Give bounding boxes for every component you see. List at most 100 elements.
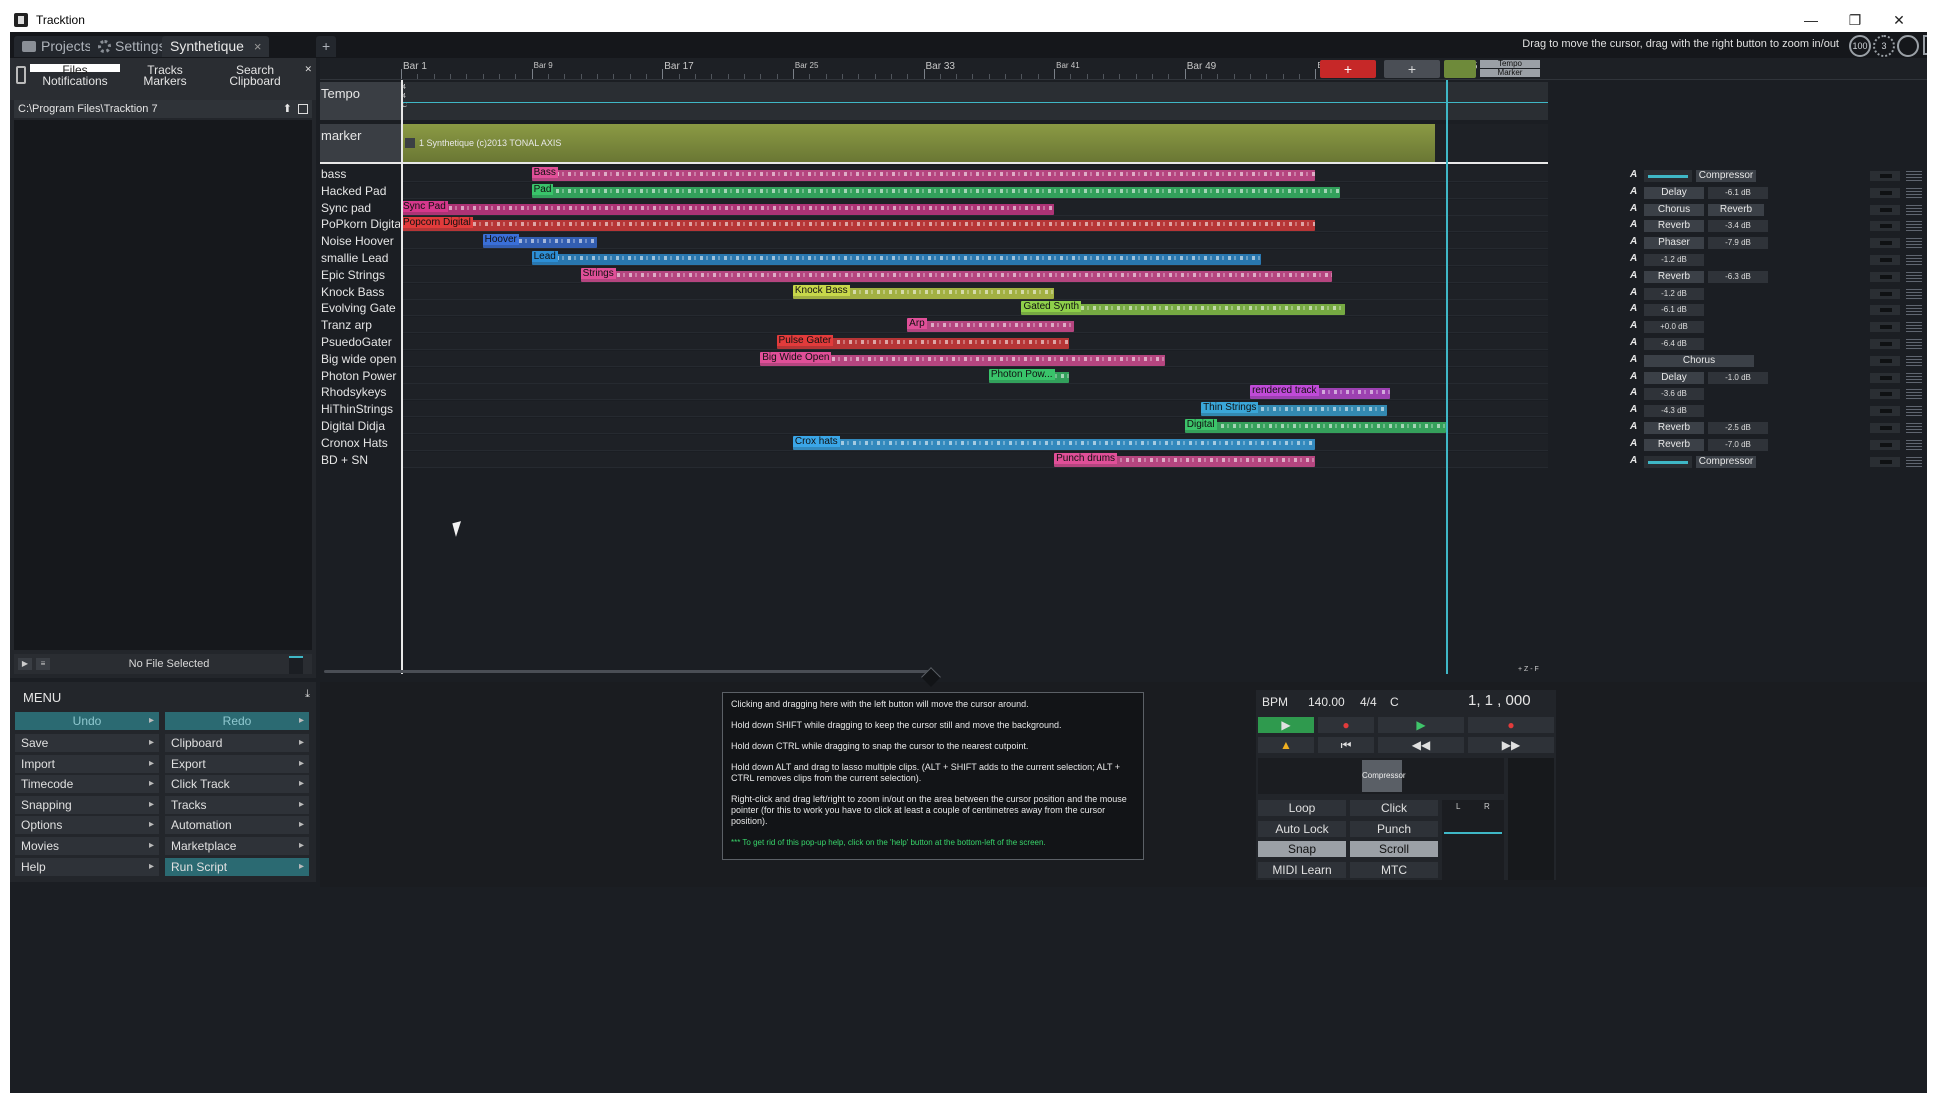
automation-icon[interactable]: A: [1630, 387, 1637, 398]
output-slot[interactable]: [1870, 355, 1900, 366]
output-slot[interactable]: [1870, 423, 1900, 433]
menu-item-movies[interactable]: Movies: [15, 837, 159, 855]
track-name[interactable]: Noise Hoover: [320, 234, 400, 248]
tempo-line[interactable]: [401, 102, 1548, 103]
track-row[interactable]: bass Bass: [320, 166, 1548, 182]
output-slot[interactable]: [1870, 187, 1900, 198]
track-row[interactable]: smallie Lead Lead: [320, 250, 1548, 266]
plugin-slot[interactable]: Reverb: [1644, 438, 1704, 451]
track-row[interactable]: PsuedoGater Pulse Gater: [320, 334, 1548, 350]
volume-plugin[interactable]: +0.0 dB: [1644, 321, 1704, 334]
close-button[interactable]: ✕: [1877, 8, 1921, 32]
track-name[interactable]: Sync pad: [320, 201, 400, 215]
close-panel-icon[interactable]: ✕: [304, 64, 312, 75]
volume-plugin[interactable]: -1.0 dB: [1708, 371, 1768, 384]
midi-clip[interactable]: Popcorn Digital: [401, 217, 1316, 232]
track-name[interactable]: Knock Bass: [320, 285, 400, 299]
track-row[interactable]: Big wide open Big Wide Open: [320, 350, 1548, 367]
transport-scroll-button[interactable]: Scroll: [1350, 841, 1438, 857]
minimize-button[interactable]: —: [1789, 8, 1833, 32]
output-slot[interactable]: [1870, 204, 1900, 215]
menu-item-automation[interactable]: Automation: [165, 816, 309, 835]
output-slot[interactable]: [1870, 238, 1900, 249]
position-display[interactable]: 1, 1 , 000: [1468, 692, 1531, 709]
browser-tab-files[interactable]: Files Notifications: [30, 64, 120, 87]
volume-plugin[interactable]: -1.2 dB: [1644, 254, 1704, 266]
track-row[interactable]: BD + SN Punch drums: [320, 451, 1548, 468]
menu-item-run-script[interactable]: Run Script: [165, 857, 309, 876]
volume-line[interactable]: [1444, 832, 1502, 834]
file-list[interactable]: [14, 120, 312, 650]
track-name[interactable]: BD + SN: [320, 453, 400, 467]
up-folder-icon[interactable]: ⬆: [283, 100, 292, 118]
menu-item-help[interactable]: Help: [15, 857, 159, 876]
browser-tab-tracks[interactable]: Tracks Markers: [120, 64, 210, 87]
track-lane[interactable]: [401, 367, 1548, 384]
plugin-slot[interactable]: Reverb: [1708, 203, 1764, 216]
tempo-track[interactable]: Tempo 4 4 C: [320, 82, 1548, 120]
menu-item-tracks[interactable]: Tracks: [165, 795, 309, 814]
menu-item-clipboard[interactable]: Clipboard: [165, 734, 309, 752]
zoom-controls[interactable]: + Z - F: [1518, 666, 1539, 673]
automation-icon[interactable]: A: [1630, 303, 1637, 314]
rewind-button[interactable]: ◀◀: [1378, 737, 1464, 753]
automation-icon[interactable]: A: [1630, 421, 1637, 432]
track-name[interactable]: Hacked Pad: [320, 184, 400, 198]
plugin-slot[interactable]: Compressor: [1696, 455, 1756, 468]
midi-clip[interactable]: Thin Strings: [1201, 402, 1388, 417]
automation-button[interactable]: [1444, 60, 1476, 78]
track-name[interactable]: PsuedoGater: [320, 335, 400, 349]
midi-clip[interactable]: Arp: [907, 318, 1074, 333]
master-plugin[interactable]: Compressor: [1362, 760, 1406, 792]
track-name[interactable]: Epic Strings: [320, 268, 400, 282]
track-row[interactable]: Cronox Hats Crox hats: [320, 434, 1548, 451]
automation-icon[interactable]: A: [1630, 287, 1637, 298]
menu-item-snapping[interactable]: Snapping: [15, 795, 159, 814]
fullscreen-icon[interactable]: [1923, 35, 1927, 55]
menu-item-export[interactable]: Export: [165, 754, 309, 773]
transport-click-button[interactable]: Click: [1350, 800, 1438, 816]
preview-volume-slider[interactable]: [289, 656, 303, 674]
output-slot[interactable]: [1870, 389, 1900, 400]
midi-clip[interactable]: Gated Synth: [1021, 301, 1345, 316]
midi-clip[interactable]: Crox hats: [792, 435, 1316, 450]
automation-icon[interactable]: A: [1630, 186, 1637, 197]
track-name[interactable]: Big wide open: [320, 352, 400, 366]
track-lane[interactable]: [401, 451, 1548, 468]
zoom-level-icon[interactable]: 100: [1849, 35, 1871, 57]
volume-plugin[interactable]: -7.0 dB: [1708, 438, 1768, 451]
menu-item-save[interactable]: Save: [15, 734, 159, 752]
track-name[interactable]: Evolving Gate: [320, 301, 400, 315]
transport-midi-learn-button[interactable]: MIDI Learn: [1258, 861, 1346, 878]
track-name[interactable]: Cronox Hats: [320, 436, 400, 450]
transport-auto-lock-button[interactable]: Auto Lock: [1258, 820, 1346, 837]
volume-plugin[interactable]: -7.9 dB: [1708, 237, 1768, 250]
panel-toggle-icon[interactable]: [16, 66, 26, 84]
transport-punch-button[interactable]: Punch: [1350, 820, 1438, 837]
midi-clip[interactable]: Punch drums: [1054, 452, 1316, 467]
track-row[interactable]: Noise Hoover Hoover: [320, 233, 1548, 250]
track-lane[interactable]: [401, 300, 1548, 317]
track-row[interactable]: Rhodsykeys rendered track: [320, 384, 1548, 401]
marker-clip[interactable]: 1 Synthetique (c)2013 TONAL AXIS: [401, 124, 1435, 162]
track-name[interactable]: HiThinStrings: [320, 402, 400, 416]
volume-plugin[interactable]: -6.1 dB: [1708, 186, 1768, 199]
maximize-button[interactable]: ❐: [1833, 8, 1877, 32]
loop-end-marker[interactable]: [1446, 80, 1448, 674]
midi-clip[interactable]: Photon Pow...: [988, 368, 1069, 383]
track-row[interactable]: Photon Power Photon Pow...: [320, 367, 1548, 384]
midi-clip[interactable]: Pad: [531, 183, 1340, 198]
automation-icon[interactable]: A: [1630, 236, 1637, 247]
output-slot[interactable]: [1870, 339, 1900, 349]
automation-icon[interactable]: A: [1630, 320, 1637, 331]
volume-plugin[interactable]: -4.3 dB: [1644, 405, 1704, 418]
output-slot[interactable]: [1870, 288, 1900, 299]
plugin-slot[interactable]: Reverb: [1644, 270, 1704, 283]
track-name[interactable]: Photon Power: [320, 369, 400, 383]
play-button[interactable]: ▶: [1378, 717, 1464, 733]
track-row[interactable]: Hacked Pad Pad: [320, 182, 1548, 199]
timeline-ruler[interactable]: Bar 1 Bar 9 Bar 17 Bar 25 Bar 33 Bar 41 Bar 49…: [320, 58, 1927, 80]
undo-button[interactable]: Undo: [15, 712, 159, 730]
midi-clip[interactable]: Strings: [580, 267, 1332, 282]
cpu-icon[interactable]: 3: [1873, 35, 1895, 57]
